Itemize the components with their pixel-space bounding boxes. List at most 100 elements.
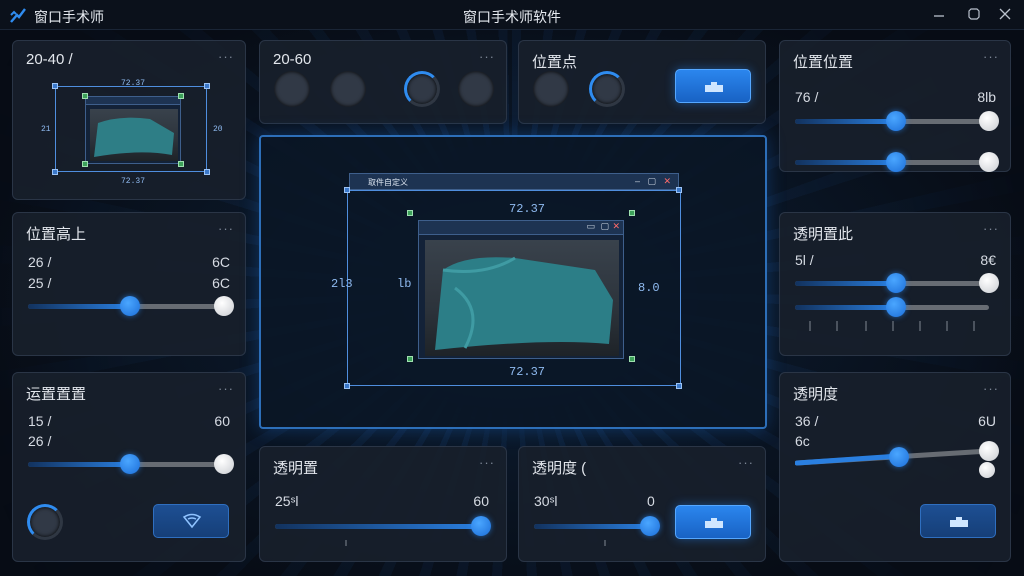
dial-2-active[interactable]: [589, 71, 625, 107]
panel-title: 透明度 (: [532, 460, 587, 477]
outer-window-title: 取件自定义: [368, 178, 408, 187]
panel-opacity-position: 透明置此 ··· 5l / 8€: [779, 212, 1011, 356]
opacity-slider-2[interactable]: [795, 297, 989, 317]
slider-ticks: [795, 321, 989, 331]
opacity-slider-1[interactable]: [795, 273, 999, 293]
panel-transparency-right: 透明度 ··· 36 / 6U 6c: [779, 372, 1011, 562]
close-button[interactable]: [994, 4, 1016, 26]
dim-top: 72.37: [509, 202, 546, 216]
dim-left: 2l3: [331, 277, 353, 291]
value-row1-right: 6U: [978, 413, 996, 429]
value-left: 76 /: [795, 89, 819, 105]
value-row1-right: 60: [214, 413, 230, 429]
mini-photo-cloth: [94, 117, 174, 157]
slider-tick: [345, 540, 347, 546]
secondary-knob[interactable]: [979, 462, 995, 478]
apply-button[interactable]: [675, 69, 751, 103]
dim-left: 21: [41, 125, 51, 134]
slider-end-knob[interactable]: [979, 441, 999, 461]
maximize-icon: [968, 8, 980, 20]
slider-tick: [604, 540, 606, 546]
apply-button[interactable]: [675, 505, 751, 539]
minimize-icon[interactable]: ▭: [586, 221, 595, 232]
value-right: 8lb: [977, 89, 996, 105]
slider-knob[interactable]: [889, 447, 909, 467]
dial-1[interactable]: [533, 71, 569, 107]
dial-1[interactable]: [274, 71, 310, 107]
panel-title: 透明度: [793, 386, 839, 403]
panel-position-height: 位置高上 ··· 26 / 6C 25 / 6C: [12, 212, 246, 356]
panel-title: 透明置: [273, 460, 319, 477]
more-options-icon[interactable]: ···: [983, 221, 999, 236]
photo-cloth: [435, 256, 613, 350]
more-options-icon[interactable]: ···: [983, 49, 999, 64]
value-left: 25ˢl: [275, 493, 299, 509]
position-slider-2[interactable]: [795, 152, 999, 172]
value-right: 8€: [980, 252, 996, 268]
dial-2[interactable]: [330, 71, 366, 107]
puzzle-icon: [705, 82, 723, 92]
value-right: 60: [473, 493, 489, 509]
panel-transparency: 透明度 ( ··· 30ˢl 0: [518, 446, 766, 562]
panel-title: 透明置此: [793, 226, 854, 243]
more-options-icon[interactable]: ···: [479, 455, 495, 470]
height-slider[interactable]: [28, 296, 234, 316]
value-row1-left: 26 /: [28, 254, 52, 270]
panel-title: 运置置置: [26, 386, 87, 403]
dim-mid: lb: [397, 277, 412, 291]
panel-position-point: 位置点: [518, 40, 766, 124]
more-options-icon[interactable]: ···: [218, 381, 234, 396]
close-icon[interactable]: ✕: [612, 221, 620, 232]
minimize-icon[interactable]: –: [635, 176, 640, 186]
wifi-icon: [182, 513, 202, 529]
value-row1-left: 15 /: [28, 413, 52, 429]
value-row2-left: 26 /: [28, 433, 52, 449]
more-options-icon[interactable]: ···: [983, 381, 999, 396]
maximize-button[interactable]: [963, 4, 985, 26]
restore-icon[interactable]: ▢: [600, 221, 609, 232]
more-options-icon[interactable]: ···: [479, 49, 495, 64]
minimize-icon: [934, 15, 944, 17]
puzzle-icon: [705, 518, 723, 528]
apply-button[interactable]: [920, 504, 996, 538]
dim-right: 20: [213, 125, 223, 134]
value-row2-right: 6C: [212, 275, 230, 291]
opacity-slider[interactable]: [275, 516, 491, 536]
more-options-icon[interactable]: ···: [218, 221, 234, 236]
window-preview-stage: 取件自定义 – ▢ ✕ ▭ ▢ ✕ 72.37 72.37 2l3 lb 8.0: [259, 135, 767, 429]
mini-window: [85, 96, 181, 164]
more-options-icon[interactable]: ···: [738, 455, 754, 470]
value-row2-left: 25 /: [28, 275, 52, 291]
value-left: 30ˢl: [534, 493, 558, 509]
dim-right: 8.0: [638, 281, 660, 295]
panel-title: 20-60: [273, 51, 312, 68]
value-right: 0: [647, 493, 655, 509]
position-slider-1[interactable]: [795, 111, 999, 131]
panel-title: 位置点: [532, 54, 578, 71]
close-icon[interactable]: ✕: [663, 176, 671, 187]
title-bar: 窗口手术师 窗口手术师软件: [0, 0, 1024, 30]
more-options-icon[interactable]: ···: [218, 49, 234, 64]
dial-4[interactable]: [458, 71, 494, 107]
panel-placement: 运置置置 ··· 15 / 60 26 /: [12, 372, 246, 562]
value-row1-right: 6C: [212, 254, 230, 270]
panel-title: 20-40 /: [26, 51, 73, 68]
dim-top: 72.37: [121, 79, 146, 88]
panel-title: 位置位置: [793, 54, 854, 71]
outer-window-bar: 取件自定义 – ▢ ✕: [349, 173, 679, 190]
dial-3-active[interactable]: [404, 71, 440, 107]
restore-icon[interactable]: ▢: [647, 176, 656, 187]
transparency-slider[interactable]: [534, 516, 660, 536]
placement-slider[interactable]: [28, 454, 234, 474]
window-title: 窗口手术师软件: [463, 9, 561, 25]
panel-rings: 20-60 ···: [259, 40, 507, 124]
minimize-button[interactable]: [928, 4, 950, 26]
panel-size-preview: 20-40 / ··· 72.37 21 20 72.37: [12, 40, 246, 200]
value-row1-left: 36 /: [795, 413, 819, 429]
dial[interactable]: [27, 504, 63, 540]
panel-position: 位置位置 ··· 76 / 8lb: [779, 40, 1011, 172]
close-icon: [999, 8, 1011, 20]
puzzle-icon: [950, 517, 968, 527]
inner-window[interactable]: ▭ ▢ ✕: [418, 220, 624, 359]
signal-button[interactable]: [153, 504, 229, 538]
